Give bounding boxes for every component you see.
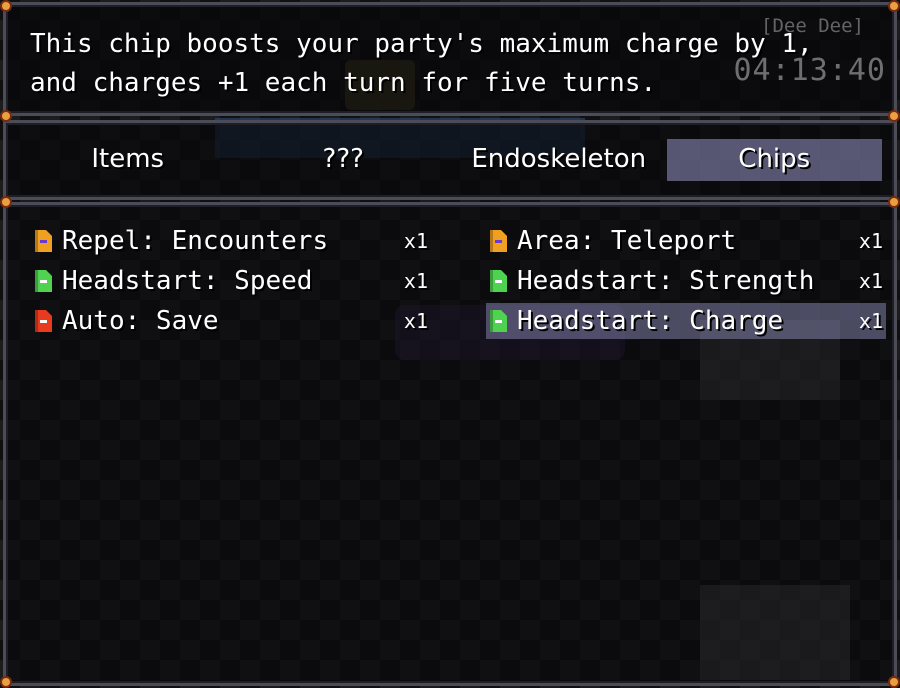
chip-name: Headstart: Strength bbox=[517, 266, 815, 296]
chip-name: Auto: Save bbox=[62, 306, 219, 336]
chip-icon bbox=[35, 310, 52, 332]
chip-icon bbox=[35, 230, 52, 252]
chip-quantity: x1 bbox=[858, 309, 883, 333]
chip-quantity: x1 bbox=[858, 269, 883, 293]
item-description: This chip boosts your party's maximum ch… bbox=[30, 29, 813, 98]
tab-chips[interactable]: Chips bbox=[666, 139, 882, 181]
tab-items[interactable]: Items bbox=[20, 139, 236, 181]
chip-list-item[interactable]: Headstart: Charge x1 bbox=[486, 303, 886, 339]
chip-list-item[interactable]: Headstart: Speed x1 bbox=[31, 263, 431, 299]
item-list-window: Repel: Encounters x1 Area: Teleport x1 Heads… bbox=[3, 202, 897, 686]
chip-name: Repel: Encounters bbox=[62, 226, 329, 256]
chip-list-item[interactable]: Headstart: Strength x1 bbox=[486, 263, 886, 299]
tab-unknown[interactable]: ??? bbox=[236, 139, 452, 181]
chip-list-item[interactable]: Area: Teleport x1 bbox=[486, 223, 886, 259]
corner-ornament-icon bbox=[0, 196, 12, 208]
chip-name: Headstart: Speed bbox=[62, 266, 313, 296]
chip-quantity: x1 bbox=[403, 309, 428, 333]
corner-ornament-icon bbox=[0, 110, 12, 122]
chip-icon bbox=[490, 230, 507, 252]
chip-icon bbox=[490, 310, 507, 332]
chip-icon bbox=[35, 270, 52, 292]
chip-quantity: x1 bbox=[403, 229, 428, 253]
category-window: Items ??? Endoskeleton Chips bbox=[3, 120, 897, 200]
corner-ornament-icon bbox=[888, 0, 900, 12]
corner-ornament-icon bbox=[888, 110, 900, 122]
corner-ornament-icon bbox=[888, 676, 900, 688]
help-window: [Dee Dee] 04:13:40 This chip boosts your… bbox=[3, 2, 897, 116]
chip-list-item[interactable]: Repel: Encounters x1 bbox=[31, 223, 431, 259]
tab-endoskeleton[interactable]: Endoskeleton bbox=[451, 139, 667, 181]
corner-ornament-icon bbox=[0, 676, 12, 688]
category-tabs: Items ??? Endoskeleton Chips bbox=[20, 139, 882, 181]
corner-ornament-icon bbox=[0, 0, 12, 12]
chip-name: Headstart: Charge bbox=[517, 306, 784, 336]
chip-name: Area: Teleport bbox=[517, 226, 737, 256]
chip-quantity: x1 bbox=[403, 269, 428, 293]
chip-list-item[interactable]: Auto: Save x1 bbox=[31, 303, 431, 339]
chip-icon bbox=[490, 270, 507, 292]
corner-ornament-icon bbox=[888, 196, 900, 208]
chip-quantity: x1 bbox=[858, 229, 883, 253]
